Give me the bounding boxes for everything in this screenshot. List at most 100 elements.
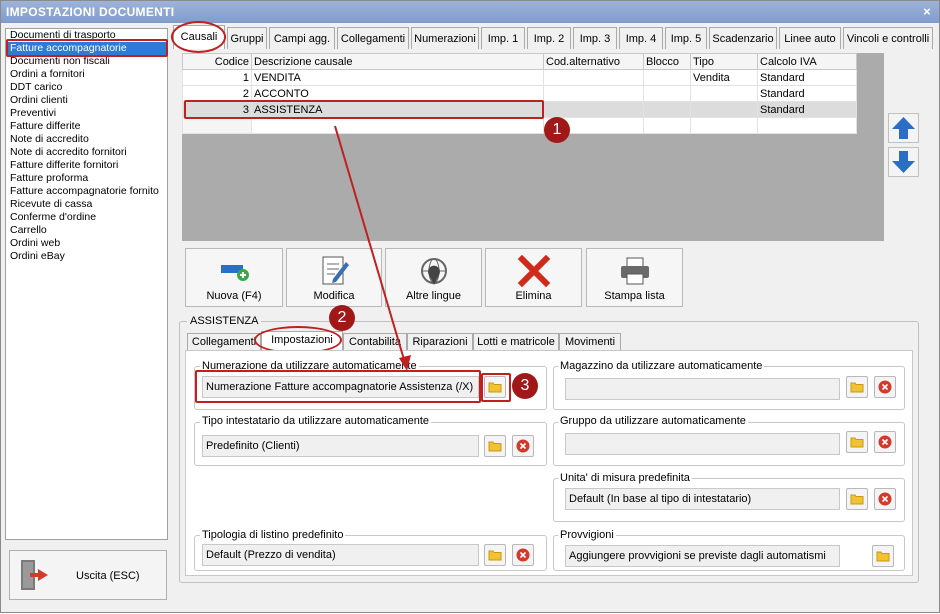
magazzino-clear-button[interactable] bbox=[874, 376, 896, 398]
unita-clear-button[interactable] bbox=[874, 488, 896, 510]
annotation-box-row bbox=[184, 100, 544, 119]
cell-blocco bbox=[643, 69, 691, 86]
listino-label: Tipologia di listino predefinito bbox=[200, 529, 346, 541]
annotation-oval-causali bbox=[171, 21, 226, 53]
list-item[interactable]: Note di accredito bbox=[6, 133, 167, 146]
magazzino-browse-button[interactable] bbox=[846, 376, 868, 398]
subtab-collegamenti[interactable]: Collegamenti bbox=[187, 333, 261, 350]
cell-tipo: Vendita bbox=[690, 69, 758, 86]
cell-descrizione: VENDITA bbox=[251, 69, 544, 86]
list-item[interactable]: Ordini clienti bbox=[6, 94, 167, 107]
subtab-riparazioni[interactable]: Riparazioni bbox=[407, 333, 473, 350]
cell-codice: 1 bbox=[182, 69, 252, 86]
list-item[interactable]: Fatture proforma bbox=[6, 172, 167, 185]
globe-pin-icon bbox=[420, 258, 447, 285]
tab-imp-4[interactable]: Imp. 4 bbox=[619, 27, 663, 49]
folder-icon bbox=[850, 494, 864, 505]
col-codice[interactable]: Codice bbox=[182, 53, 252, 70]
provvigioni-label: Provvigioni bbox=[558, 529, 616, 541]
list-item[interactable]: DDT carico bbox=[6, 81, 167, 94]
col-tipo[interactable]: Tipo bbox=[690, 53, 758, 70]
folder-icon bbox=[488, 550, 502, 561]
cell-blocco bbox=[643, 85, 691, 102]
arrow-up-icon bbox=[892, 117, 915, 139]
window-titlebar: IMPOSTAZIONI DOCUMENTI × bbox=[1, 1, 939, 23]
intestatario-browse-button[interactable] bbox=[484, 435, 506, 457]
tab-numerazioni[interactable]: Numerazioni bbox=[411, 27, 479, 49]
list-item[interactable]: Note di accredito fornitori bbox=[6, 146, 167, 159]
new-button[interactable]: Nuova (F4) bbox=[185, 248, 283, 307]
list-item[interactable]: Preventivi bbox=[6, 107, 167, 120]
unita-field[interactable]: Default (In base al tipo di intestatario… bbox=[565, 488, 840, 510]
col-calcolo-iva[interactable]: Calcolo IVA bbox=[757, 53, 857, 70]
list-item[interactable]: Ordini web bbox=[6, 237, 167, 250]
tab-imp-1[interactable]: Imp. 1 bbox=[481, 27, 525, 49]
list-item[interactable]: Ordini eBay bbox=[6, 250, 167, 263]
gruppo-field[interactable] bbox=[565, 433, 840, 455]
move-down-button[interactable] bbox=[888, 147, 919, 177]
cell-empty bbox=[182, 117, 252, 134]
languages-button[interactable]: Altre lingue bbox=[385, 248, 482, 307]
list-item[interactable]: Carrello bbox=[6, 224, 167, 237]
col-descrizione[interactable]: Descrizione causale bbox=[251, 53, 544, 70]
annotation-box-numerazione bbox=[195, 370, 481, 403]
tab-linee-auto[interactable]: Linee auto bbox=[779, 27, 841, 49]
group-title: ASSISTENZA bbox=[187, 315, 262, 327]
list-item[interactable]: Ricevute di cassa bbox=[6, 198, 167, 211]
unita-label: Unita' di misura predefinita bbox=[558, 472, 692, 484]
document-type-list[interactable]: Documenti di trasporto Fatture accompagn… bbox=[5, 28, 168, 540]
print-list-label: Stampa lista bbox=[604, 290, 665, 302]
listino-clear-button[interactable] bbox=[512, 544, 534, 566]
subtab-lotti-matricole[interactable]: Lotti e matricole bbox=[473, 333, 559, 350]
list-item[interactable]: Fatture accompagnatorie fornito bbox=[6, 185, 167, 198]
subtab-contabilita[interactable]: Contabilita bbox=[343, 333, 407, 350]
table-row[interactable]: 1 VENDITA Vendita Standard bbox=[182, 69, 857, 86]
list-item[interactable]: Conferme d'ordine bbox=[6, 211, 167, 224]
tab-collegamenti[interactable]: Collegamenti bbox=[337, 27, 409, 49]
table-row-new[interactable] bbox=[182, 117, 857, 134]
magazzino-field[interactable] bbox=[565, 378, 840, 400]
provvigioni-browse-button[interactable] bbox=[872, 545, 894, 567]
delete-button[interactable]: Elimina bbox=[485, 248, 582, 307]
cell-cod-alternativo bbox=[543, 69, 644, 86]
edit-button[interactable]: Modifica bbox=[286, 248, 382, 307]
intestatario-clear-button[interactable] bbox=[512, 435, 534, 457]
tab-campi-agg[interactable]: Campi agg. bbox=[269, 27, 335, 49]
gruppo-clear-button[interactable] bbox=[874, 431, 896, 453]
subtab-movimenti[interactable]: Movimenti bbox=[559, 333, 621, 350]
cell-calcolo-iva: Standard bbox=[757, 85, 857, 102]
table-header: Codice Descrizione causale Cod.alternati… bbox=[182, 53, 857, 70]
tab-gruppi[interactable]: Gruppi bbox=[227, 27, 267, 49]
clear-icon bbox=[516, 548, 530, 562]
list-item[interactable]: Fatture differite fornitori bbox=[6, 159, 167, 172]
list-item[interactable]: Ordini a fornitori bbox=[6, 68, 167, 81]
languages-label: Altre lingue bbox=[405, 290, 462, 302]
list-item[interactable]: Fatture differite bbox=[6, 120, 167, 133]
tab-imp-5[interactable]: Imp. 5 bbox=[665, 27, 707, 49]
tab-imp-3[interactable]: Imp. 3 bbox=[573, 27, 617, 49]
cell-cod-alternativo bbox=[543, 101, 644, 118]
cell-calcolo-iva: Standard bbox=[757, 69, 857, 86]
col-blocco[interactable]: Blocco bbox=[643, 53, 691, 70]
gruppo-label: Gruppo da utilizzare automaticamente bbox=[558, 415, 748, 427]
exit-button[interactable]: Uscita (ESC) bbox=[9, 550, 167, 600]
intestatario-field[interactable]: Predefinito (Clienti) bbox=[202, 435, 479, 457]
unita-browse-button[interactable] bbox=[846, 488, 868, 510]
tab-scadenzario[interactable]: Scadenzario bbox=[709, 27, 777, 49]
close-icon[interactable]: × bbox=[923, 4, 931, 20]
window-title: IMPOSTAZIONI DOCUMENTI bbox=[6, 5, 175, 19]
provvigioni-field[interactable]: Aggiungere provvigioni se previste dagli… bbox=[565, 545, 840, 567]
causali-grid[interactable]: Codice Descrizione causale Cod.alternati… bbox=[182, 53, 884, 241]
exit-door-icon bbox=[21, 560, 48, 590]
cell-tipo bbox=[690, 101, 758, 118]
clear-icon bbox=[878, 492, 892, 506]
gruppo-browse-button[interactable] bbox=[846, 431, 868, 453]
new-label: Nuova (F4) bbox=[206, 290, 262, 302]
listino-field[interactable]: Default (Prezzo di vendita) bbox=[202, 544, 479, 566]
move-up-button[interactable] bbox=[888, 113, 919, 143]
tab-vincoli-controlli[interactable]: Vincoli e controlli bbox=[843, 27, 933, 49]
tab-imp-2[interactable]: Imp. 2 bbox=[527, 27, 571, 49]
print-list-button[interactable]: Stampa lista bbox=[586, 248, 683, 307]
listino-browse-button[interactable] bbox=[484, 544, 506, 566]
col-cod-alternativo[interactable]: Cod.alternativo bbox=[543, 53, 644, 70]
